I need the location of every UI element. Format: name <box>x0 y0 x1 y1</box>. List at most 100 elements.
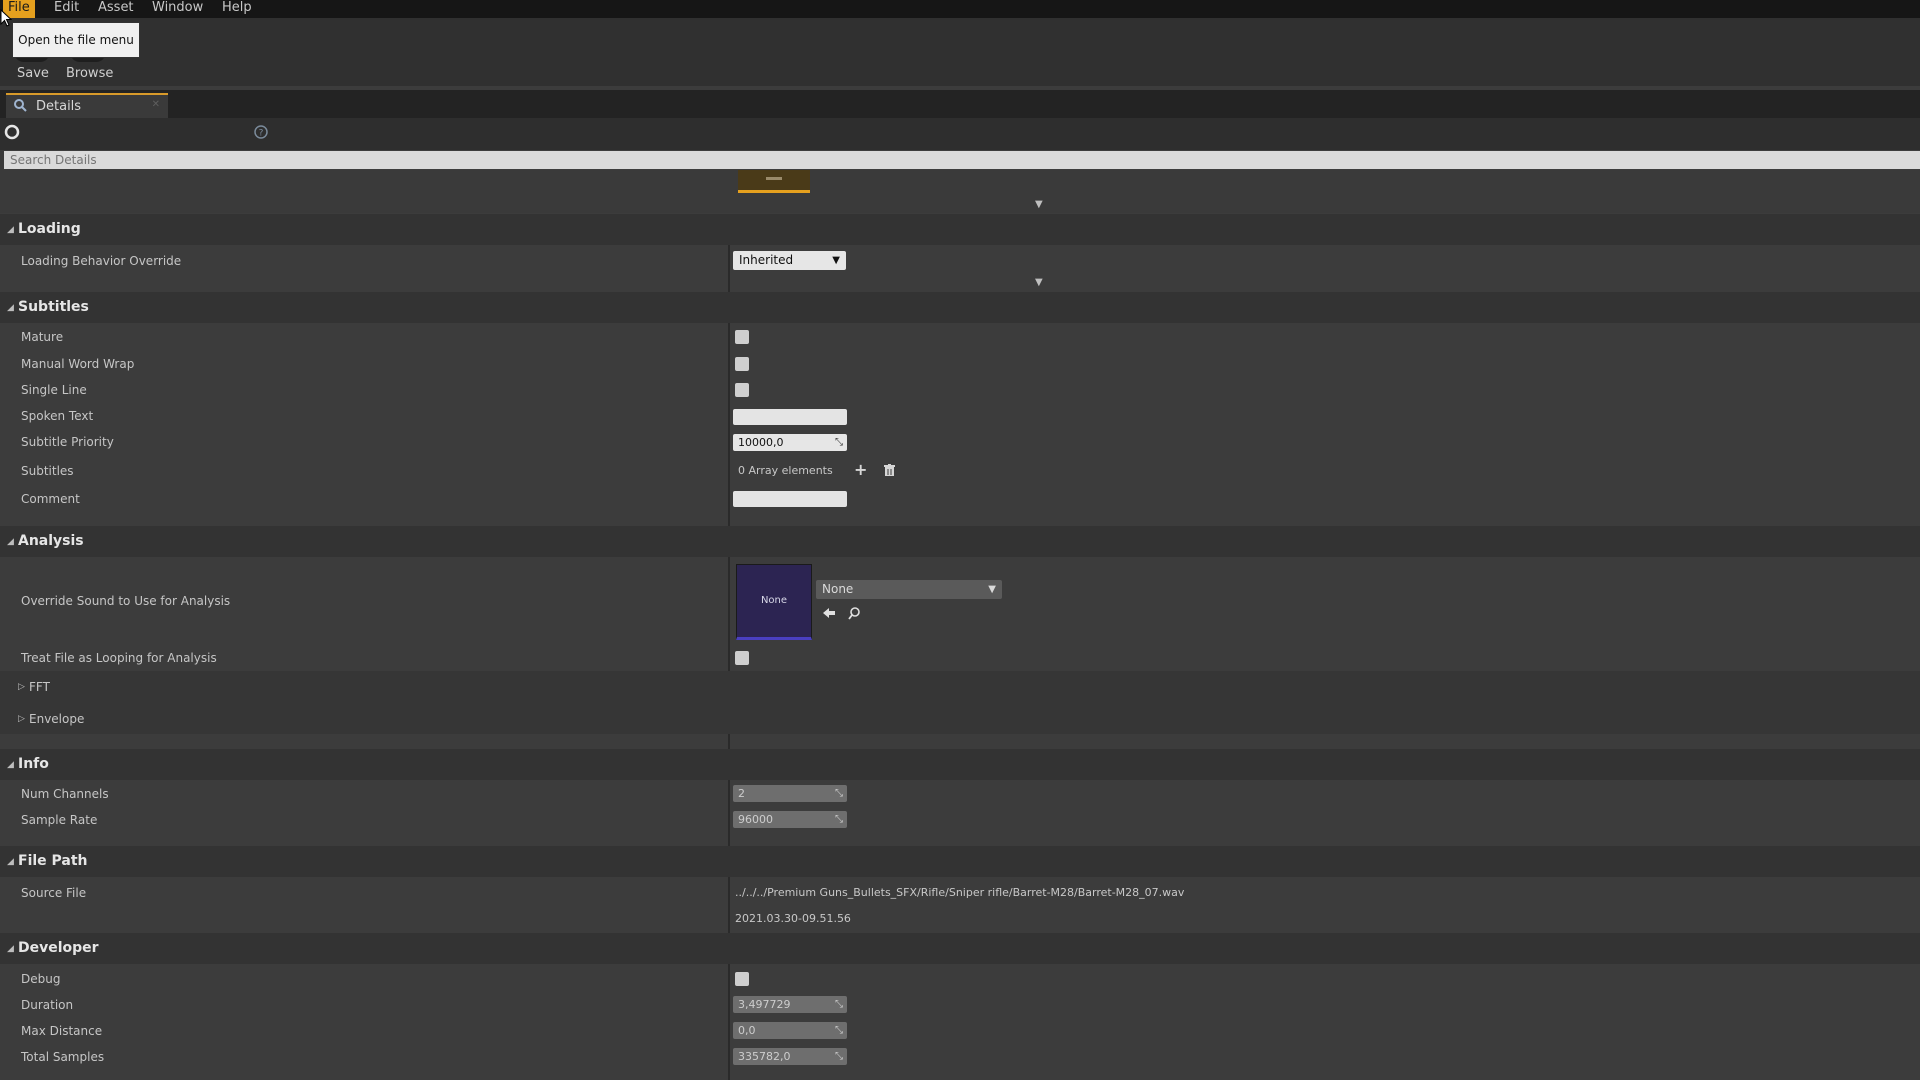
toolbar <box>0 18 1920 86</box>
loading-behavior-override-label: Loading Behavior Override <box>21 254 182 268</box>
category-info[interactable] <box>0 749 1920 780</box>
tab-details-label: Details <box>36 99 82 114</box>
collapse-arrow-icon[interactable]: ◢ <box>7 225 14 235</box>
category-analysis-title: Analysis <box>18 533 84 549</box>
sample-rate-value: 96000 <box>738 813 773 826</box>
category-subtitles[interactable] <box>0 292 1920 323</box>
spoken-text-label: Spoken Text <box>21 409 94 423</box>
menu-bar <box>0 0 1920 18</box>
single-line-checkbox[interactable] <box>735 383 749 397</box>
browse-button[interactable]: Browse <box>66 66 113 81</box>
add-element-icon[interactable]: + <box>854 460 867 479</box>
mouse-cursor-icon <box>0 9 12 27</box>
spin-arrows-icon[interactable]: ⤡ <box>835 434 843 451</box>
num-channels-input: 2 ⤡ <box>733 785 847 802</box>
save-button[interactable]: Save <box>17 66 49 81</box>
envelope-subcategory[interactable]: Envelope <box>29 712 84 726</box>
search-details-input[interactable] <box>4 151 1920 169</box>
total-samples-label: Total Samples <box>21 1050 105 1064</box>
max-distance-label: Max Distance <box>21 1024 103 1038</box>
help-icon[interactable]: ? <box>254 125 270 141</box>
mature-checkbox[interactable] <box>735 330 749 344</box>
total-samples-input: 335782,0 ⤡ <box>733 1048 847 1065</box>
category-subtitles-title: Subtitles <box>18 299 89 315</box>
comment-label: Comment <box>21 492 80 506</box>
spin-arrows-icon: ⤡ <box>835 788 843 799</box>
spin-arrows-icon: ⤡ <box>835 1051 843 1062</box>
sample-rate-input: 96000 ⤡ <box>733 811 847 828</box>
treat-looping-checkbox[interactable] <box>735 651 749 665</box>
trash-icon[interactable] <box>884 464 895 477</box>
num-channels-label: Num Channels <box>21 787 109 801</box>
category-file-path-title: File Path <box>18 853 88 869</box>
debug-label: Debug <box>21 972 61 986</box>
collapse-arrow-icon[interactable]: ◢ <box>7 537 14 547</box>
subtitles-label: Subtitles <box>21 464 74 478</box>
loading-behavior-value: Inherited <box>739 253 794 267</box>
collapse-arrow-icon[interactable]: ◢ <box>7 303 14 313</box>
spin-arrows-icon: ⤡ <box>835 814 843 825</box>
duration-label: Duration <box>21 998 74 1012</box>
advanced-row <box>0 199 1920 213</box>
advanced-expand-icon[interactable]: ▼ <box>1035 199 1043 210</box>
chevron-down-icon: ▼ <box>832 255 840 266</box>
mature-label: Mature <box>21 330 64 344</box>
subtitle-priority-input[interactable]: 10000,0 ⤡ <box>733 434 847 451</box>
details-magnifier-icon <box>14 99 27 112</box>
loading-advanced-expand-icon[interactable]: ▼ <box>1035 277 1043 288</box>
spin-arrows-icon: ⤡ <box>835 999 843 1010</box>
manual-word-wrap-checkbox[interactable] <box>735 357 749 371</box>
expand-arrow-icon[interactable]: ▷ <box>18 682 25 692</box>
use-selected-asset-icon[interactable] <box>822 607 836 619</box>
collapse-arrow-icon[interactable]: ◢ <box>7 944 14 954</box>
menu-asset[interactable]: Asset <box>98 0 134 18</box>
max-distance-input: 0,0 ⤡ <box>733 1022 847 1039</box>
spoken-text-input[interactable] <box>733 409 847 425</box>
override-sound-label: Override Sound to Use for Analysis <box>21 594 231 608</box>
menu-help[interactable]: Help <box>222 0 252 18</box>
file-menu-tooltip: Open the file menu <box>12 22 140 58</box>
spin-arrows-icon: ⤡ <box>835 1025 843 1036</box>
treat-looping-label: Treat File as Looping for Analysis <box>21 651 217 665</box>
browse-asset-icon[interactable] <box>848 607 861 620</box>
duration-input: 3,497729 ⤡ <box>733 996 847 1013</box>
details-options-bar <box>0 118 1920 150</box>
source-file-label: Source File <box>21 886 87 900</box>
expand-arrow-icon[interactable]: ▷ <box>18 714 25 724</box>
subtitles-array-count: 0 Array elements <box>738 464 833 477</box>
source-file-path: ../../../Premium Guns_Bullets_SFX/Rifle/… <box>735 886 1185 899</box>
duration-value: 3,497729 <box>738 998 791 1011</box>
visibility-ring-icon[interactable] <box>4 124 22 142</box>
subtitle-priority-label: Subtitle Priority <box>21 435 114 449</box>
category-analysis[interactable] <box>0 526 1920 557</box>
num-channels-value: 2 <box>738 787 745 800</box>
sound-preview-row <box>0 170 1920 199</box>
collapse-arrow-icon[interactable]: ◢ <box>7 760 14 770</box>
sound-wave-thumbnail[interactable] <box>738 170 810 193</box>
comment-input[interactable] <box>733 491 847 507</box>
menu-edit[interactable]: Edit <box>54 0 79 18</box>
category-file-path[interactable] <box>0 846 1920 877</box>
category-loading[interactable] <box>0 214 1920 245</box>
category-developer[interactable] <box>0 933 1920 964</box>
tab-strip <box>0 90 1920 118</box>
collapse-arrow-icon[interactable]: ◢ <box>7 857 14 867</box>
category-developer-title: Developer <box>18 940 99 956</box>
tab-details[interactable]: Details ✕ <box>6 93 168 120</box>
total-samples-value: 335782,0 <box>738 1050 791 1063</box>
sample-rate-label: Sample Rate <box>21 813 98 827</box>
thumbnail-none-text: None <box>760 595 788 606</box>
category-loading-title: Loading <box>18 221 81 237</box>
sound-asset-thumbnail[interactable]: None <box>736 564 812 640</box>
debug-checkbox[interactable] <box>735 972 749 986</box>
category-info-title: Info <box>18 756 49 772</box>
svg-text:?: ? <box>259 129 264 139</box>
close-tab-icon[interactable]: ✕ <box>152 99 160 110</box>
chevron-down-icon: ▼ <box>988 584 996 595</box>
loading-behavior-dropdown[interactable]: Inherited ▼ <box>733 251 846 270</box>
menu-window[interactable]: Window <box>152 0 203 18</box>
fft-subcategory[interactable]: FFT <box>29 680 50 694</box>
max-distance-value: 0,0 <box>738 1024 756 1037</box>
override-sound-value: None <box>822 582 854 596</box>
override-sound-dropdown[interactable]: None ▼ <box>816 580 1002 599</box>
